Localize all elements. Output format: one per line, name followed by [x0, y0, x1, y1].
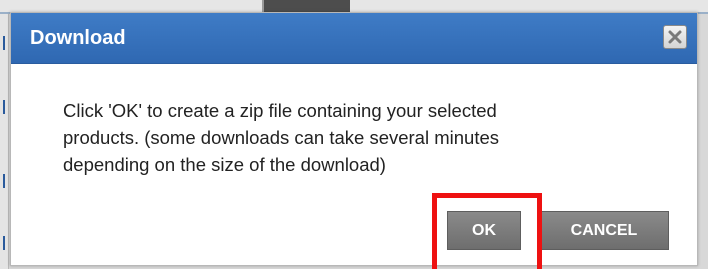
download-dialog: Download Click 'OK' to create a zip file… [10, 12, 698, 269]
ok-button[interactable]: OK [447, 211, 521, 250]
cancel-button[interactable]: CANCEL [539, 211, 669, 250]
dialog-message: Click 'OK' to create a zip file containi… [63, 97, 663, 178]
dialog-title: Download [30, 27, 126, 49]
close-icon [668, 30, 682, 44]
background-marker [3, 36, 5, 50]
message-line: Click 'OK' to create a zip file containi… [63, 100, 497, 121]
background-marker [3, 100, 5, 114]
background-marker [3, 174, 5, 188]
screen: Download Click 'OK' to create a zip file… [0, 0, 708, 269]
message-line: depending on the size of the download) [63, 154, 386, 175]
dialog-titlebar: Download [11, 13, 697, 64]
message-line: products. (some downloads can take sever… [63, 127, 499, 148]
close-button[interactable] [663, 25, 687, 49]
background-marker [3, 236, 5, 250]
background-page-edge [0, 14, 9, 269]
